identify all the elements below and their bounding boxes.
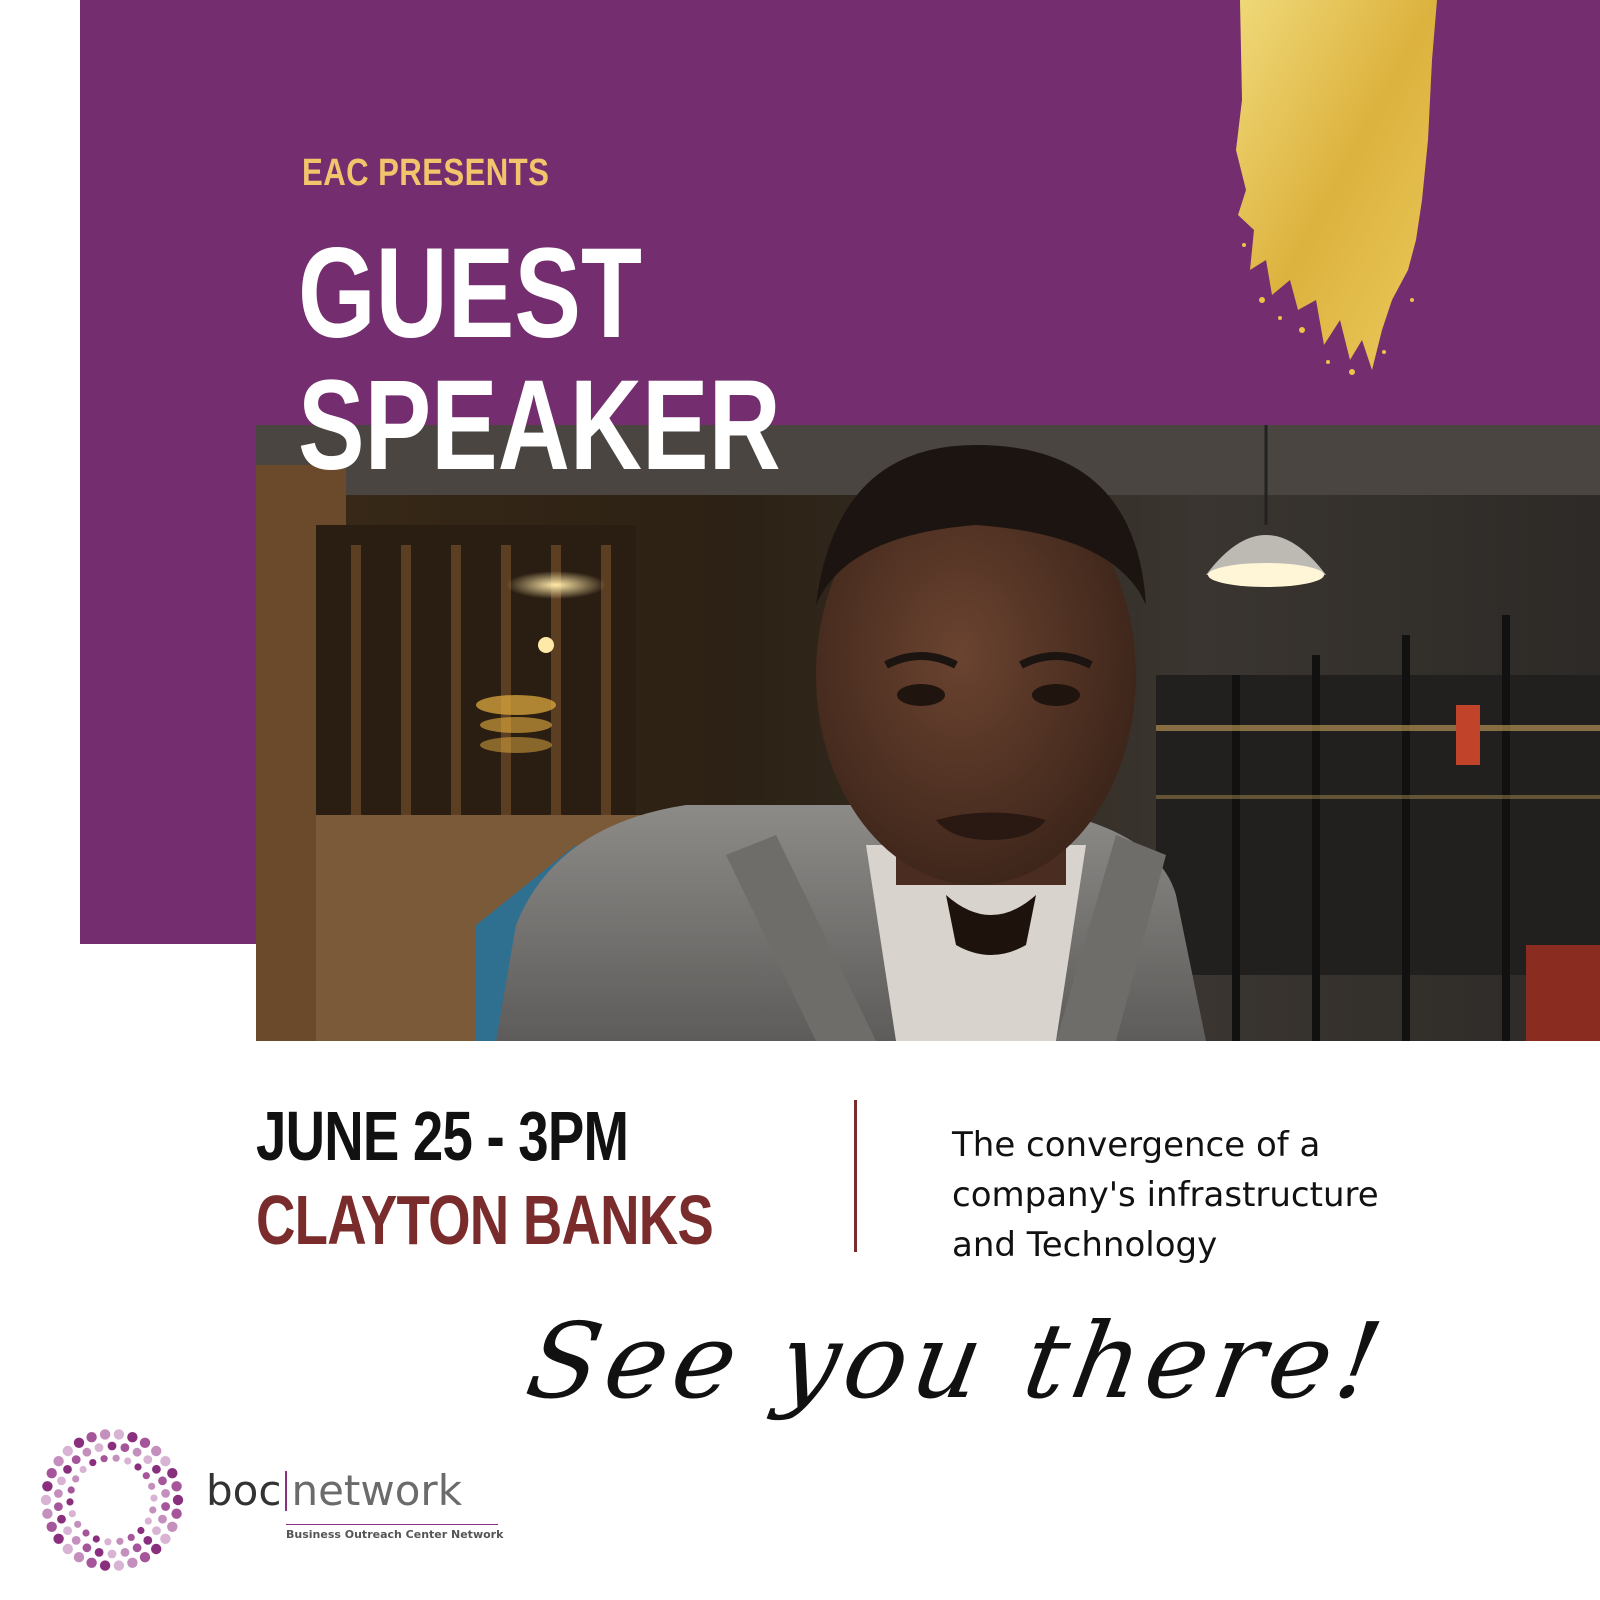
logo-dot: [160, 1456, 171, 1467]
logo-dot: [152, 1526, 161, 1535]
logo-dot: [86, 1432, 97, 1443]
logo-dot: [120, 1548, 130, 1557]
logo-dot: [62, 1445, 73, 1457]
headline: GUEST SPEAKER: [298, 228, 781, 492]
talk-topic: The convergence of a company's infrastru…: [952, 1120, 1472, 1270]
logo-dot: [73, 1437, 85, 1448]
logo-dot: [104, 1538, 112, 1546]
logo-dot: [143, 1536, 153, 1545]
logo-dot: [74, 1520, 82, 1528]
logo-dot: [127, 1533, 135, 1541]
logo-dot: [148, 1482, 156, 1490]
logo-dot: [150, 1494, 158, 1502]
logo-dot: [42, 1508, 53, 1519]
logo-dot: [113, 1429, 125, 1440]
logo-dot: [151, 1543, 162, 1555]
logo-separator: [285, 1471, 288, 1511]
topic-line-3: and Technology: [952, 1225, 1218, 1265]
logo-dot: [57, 1476, 66, 1486]
logo-dot: [172, 1494, 184, 1506]
logo-dot: [167, 1468, 178, 1479]
logo-dot: [94, 1548, 104, 1557]
logo-name-right: network: [291, 1466, 463, 1515]
logo-dot: [171, 1481, 182, 1492]
speaker-photo: [256, 425, 1600, 1041]
event-date-time: JUNE 25 - 3PM: [256, 1097, 629, 1175]
logo-dot: [149, 1506, 157, 1514]
logo-dot: [113, 1560, 125, 1571]
headline-line-1: GUEST: [298, 222, 642, 365]
logo-dot: [112, 1454, 120, 1462]
logo-dot: [124, 1457, 132, 1465]
logo-dot: [143, 1455, 153, 1464]
logo-dot: [139, 1437, 151, 1448]
logo-dot: [161, 1502, 170, 1511]
logo-dot: [151, 1445, 162, 1457]
logo-dot: [139, 1552, 151, 1563]
logo-dot: [68, 1510, 76, 1518]
logo-dot: [107, 1441, 117, 1451]
headline-line-2: SPEAKER: [298, 354, 781, 497]
logo-dot: [42, 1481, 53, 1492]
logo-dot: [92, 1535, 100, 1543]
logo-dot: [40, 1494, 52, 1506]
logo-dot: [116, 1537, 124, 1545]
speaker-name: CLAYTON BANKS: [256, 1181, 714, 1259]
topic-line-1: The convergence of a: [952, 1125, 1321, 1165]
logo-dot: [46, 1468, 57, 1479]
logo-dot: [144, 1517, 152, 1525]
logo-dot: [57, 1514, 66, 1524]
logo-dot: [63, 1465, 72, 1474]
boc-network-dots-icon: [40, 1429, 184, 1571]
logo-dot: [71, 1536, 81, 1545]
logo-dot: [127, 1557, 138, 1568]
logo-dot: [167, 1521, 178, 1532]
logo-dot: [107, 1549, 117, 1559]
presents-label: EAC PRESENTS: [302, 152, 550, 194]
vertical-divider: [854, 1100, 857, 1252]
logo-dot: [158, 1514, 167, 1524]
gold-brush-stroke: [1236, 0, 1437, 375]
logo-dot: [89, 1459, 97, 1467]
logo-dot: [66, 1498, 74, 1506]
logo-dot: [132, 1543, 142, 1553]
logo-dot: [142, 1472, 150, 1480]
logo-dot: [82, 1543, 92, 1553]
logo-dot: [132, 1447, 142, 1457]
logo-tagline: Business Outreach Center Network: [286, 1524, 503, 1541]
logo-dot: [72, 1475, 80, 1483]
signoff-script: See you there!: [518, 1300, 1397, 1422]
boc-network-wordmark: boc network: [206, 1466, 462, 1515]
logo-dot: [94, 1443, 104, 1452]
logo-dot: [120, 1443, 130, 1452]
logo-dot: [54, 1502, 63, 1511]
logo-dot: [73, 1552, 85, 1563]
logo-dot: [160, 1533, 171, 1544]
logo-dot: [62, 1543, 73, 1555]
logo-dot: [82, 1447, 92, 1457]
logo-dot: [86, 1557, 97, 1568]
topic-line-2: company's infrastructure: [952, 1175, 1379, 1215]
logo-dot: [152, 1464, 161, 1474]
logo-dot: [171, 1508, 182, 1519]
logo-dot: [134, 1463, 142, 1471]
logo-dot: [53, 1533, 64, 1544]
logo-dot: [79, 1465, 87, 1474]
logo-dot: [54, 1489, 63, 1498]
logo-dot: [63, 1526, 72, 1536]
logo-name-left: boc: [206, 1466, 282, 1515]
logo-dot: [46, 1521, 57, 1532]
logo-dot: [82, 1529, 90, 1537]
logo-dot: [67, 1486, 75, 1494]
logo-dot: [100, 1455, 108, 1463]
logo-dot: [99, 1560, 111, 1571]
logo-dot: [99, 1429, 111, 1440]
logo-dot: [137, 1526, 145, 1535]
logo-dot: [161, 1489, 170, 1498]
logo-dot: [53, 1456, 64, 1467]
logo-dot: [71, 1455, 81, 1464]
logo-dot: [158, 1476, 167, 1486]
logo-dot: [127, 1432, 138, 1443]
